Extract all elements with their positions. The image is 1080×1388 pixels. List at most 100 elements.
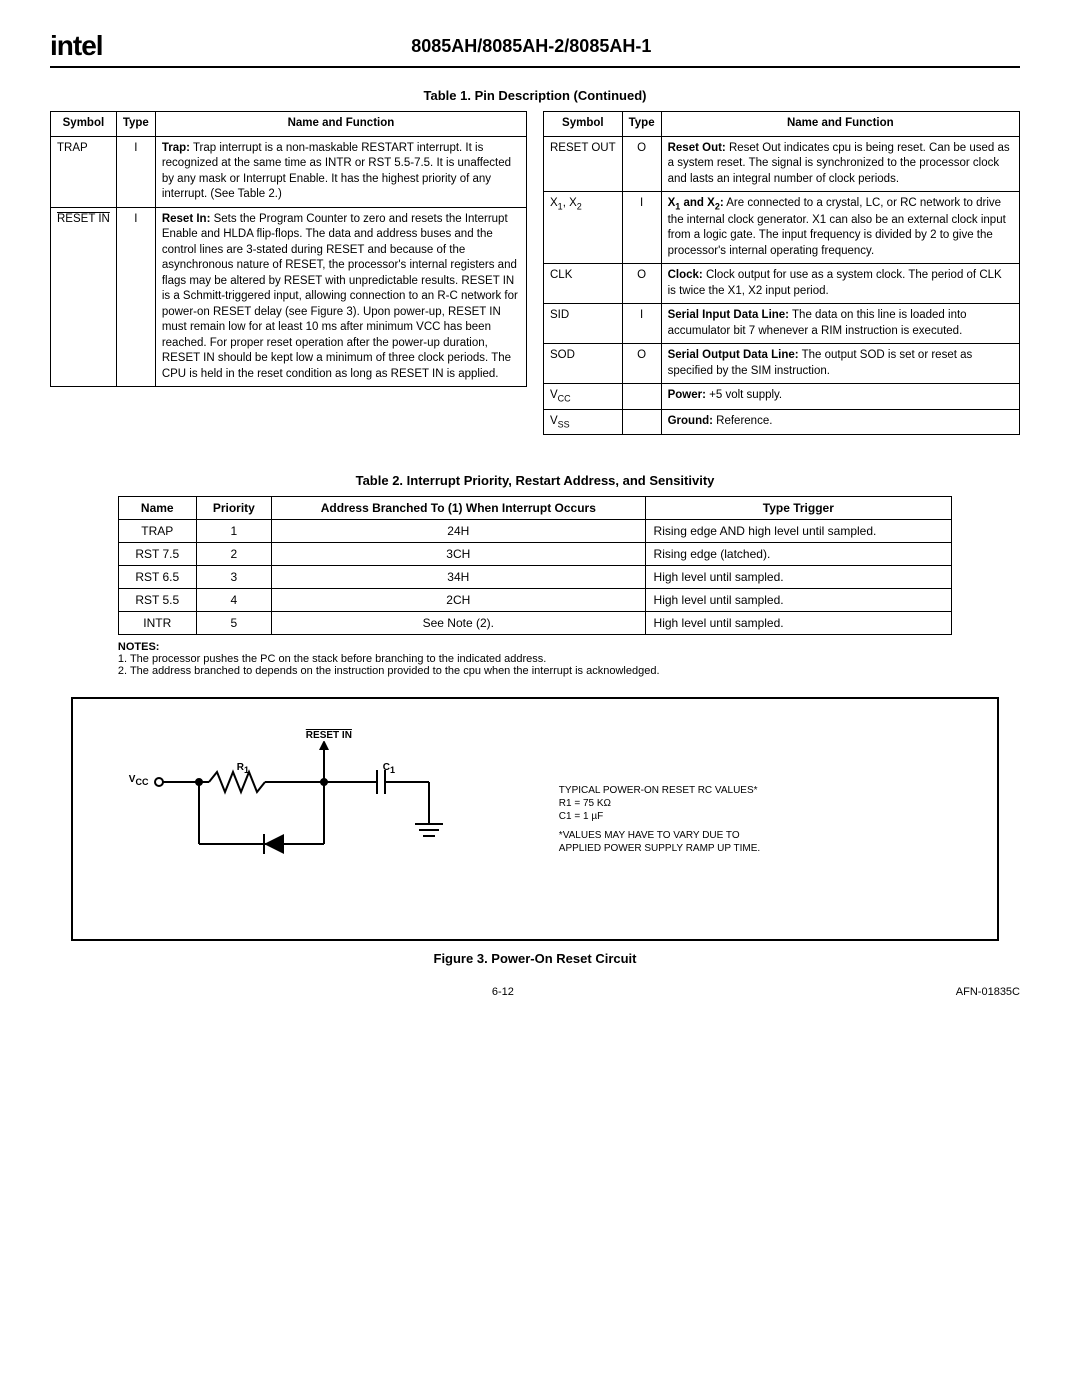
table1-wrapper: Symbol Type Name and Function TRAP I Tra… [50, 111, 1020, 435]
side-line: *VALUES MAY HAVE TO VARY DUE TO [559, 829, 760, 842]
cell-symbol: SID [544, 304, 623, 344]
cell-priority: 1 [196, 520, 271, 543]
th-priority: Priority [196, 497, 271, 520]
table1-caption: Table 1. Pin Description (Continued) [50, 88, 1020, 103]
cell-type: I [116, 136, 155, 207]
cell-desc: Reset In: Sets the Program Counter to ze… [155, 207, 526, 387]
cell-type: I [622, 192, 661, 264]
c1-label: C1 [383, 762, 395, 775]
cell-priority: 4 [196, 589, 271, 612]
cell-desc: Serial Input Data Line: The data on this… [661, 304, 1019, 344]
side-line: APPLIED POWER SUPPLY RAMP UP TIME. [559, 842, 760, 855]
cell-desc: X1 and X2: Are connected to a crystal, L… [661, 192, 1019, 264]
side-line: C1 = 1 µF [559, 810, 760, 823]
desc-lead: Serial Input Data Line: [668, 309, 789, 321]
cell-type: O [622, 136, 661, 192]
table-row: CLK O Clock: Clock output for use as a s… [544, 264, 1020, 304]
table-row: TRAP 1 24H Rising edge AND high level un… [118, 520, 951, 543]
table-row: RST 7.5 2 3CH Rising edge (latched). [118, 543, 951, 566]
desc-lead: Reset In: [162, 213, 211, 225]
cell-symbol: VCC [544, 384, 623, 409]
th-func: Name and Function [661, 112, 1019, 137]
cell-name: RST 6.5 [118, 566, 196, 589]
side-line: R1 = 75 KΩ [559, 797, 760, 810]
th-func: Name and Function [155, 112, 526, 137]
pin-table-left: Symbol Type Name and Function TRAP I Tra… [50, 111, 527, 387]
page-header: intel 8085AH/8085AH-2/8085AH-1 [50, 30, 1020, 68]
table-row: VCC Power: +5 volt supply. [544, 384, 1020, 409]
cell-addr: 2CH [272, 589, 645, 612]
desc-lead: Serial Output Data Line: [668, 349, 799, 361]
cell-name: RST 5.5 [118, 589, 196, 612]
cell-addr: 3CH [272, 543, 645, 566]
notes-title: NOTES: [118, 641, 952, 653]
cell-symbol: X1, X2 [544, 192, 623, 264]
cell-type [622, 384, 661, 409]
note-item: 1. The processor pushes the PC on the st… [118, 653, 952, 665]
pin-table-right: Symbol Type Name and Function RESET OUT … [543, 111, 1020, 435]
cell-type [622, 409, 661, 434]
desc-lead: Reset Out: [668, 142, 726, 154]
cell-trigger: Rising edge (latched). [645, 543, 952, 566]
cell-type: O [622, 344, 661, 384]
table-row: TRAP I Trap: Trap interrupt is a non-mas… [51, 136, 527, 207]
note-item: 2. The address branched to depends on th… [118, 665, 952, 677]
cell-symbol: VSS [544, 409, 623, 434]
cell-trigger: High level until sampled. [645, 612, 952, 635]
table-row: SOD O Serial Output Data Line: The outpu… [544, 344, 1020, 384]
cell-desc: Clock: Clock output for use as a system … [661, 264, 1019, 304]
table-row: VSS Ground: Reference. [544, 409, 1020, 434]
desc-lead: Trap: [162, 142, 190, 154]
cell-addr: 34H [272, 566, 645, 589]
table2-caption: Table 2. Interrupt Priority, Restart Add… [50, 473, 1020, 488]
reset-circuit-diagram: RESET IN R1 C1 VCC [89, 724, 529, 914]
desc-lead: X1 and X2: [668, 197, 724, 209]
desc-text: Clock output for use as a system clock. … [668, 269, 1002, 297]
cell-symbol: CLK [544, 264, 623, 304]
desc-text: Reference. [713, 415, 772, 427]
vcc-label: VCC [129, 774, 149, 787]
figure3-caption: Figure 3. Power-On Reset Circuit [50, 951, 1020, 966]
th-type: Type [622, 112, 661, 137]
cell-symbol: SOD [544, 344, 623, 384]
th-name: Name [118, 497, 196, 520]
cell-desc: Trap: Trap interrupt is a non-maskable R… [155, 136, 526, 207]
th-symbol: Symbol [544, 112, 623, 137]
table-row: X1, X2 I X1 and X2: Are connected to a c… [544, 192, 1020, 264]
desc-lead: Power: [668, 389, 706, 401]
cell-type: O [622, 264, 661, 304]
figure3-box: RESET IN R1 C1 VCC [71, 697, 999, 941]
page-number: 6-12 [50, 986, 956, 998]
th-trigger: Type Trigger [645, 497, 952, 520]
desc-lead: Ground: [668, 415, 713, 427]
desc-text: +5 volt supply. [706, 389, 782, 401]
cell-type: I [116, 207, 155, 387]
cell-symbol: TRAP [51, 136, 117, 207]
symbol-overline: RESET IN [57, 213, 110, 225]
notes-block: NOTES: 1. The processor pushes the PC on… [118, 641, 952, 677]
desc-lead: Clock: [668, 269, 703, 281]
cell-desc: Reset Out: Reset Out indicates cpu is be… [661, 136, 1019, 192]
cell-symbol: RESET OUT [544, 136, 623, 192]
cell-desc: Power: +5 volt supply. [661, 384, 1019, 409]
cell-priority: 2 [196, 543, 271, 566]
th-addr: Address Branched To (1) When Interrupt O… [272, 497, 645, 520]
cell-desc: Serial Output Data Line: The output SOD … [661, 344, 1019, 384]
interrupt-table: Name Priority Address Branched To (1) Wh… [118, 496, 952, 635]
th-symbol: Symbol [51, 112, 117, 137]
page-footer: 6-12 AFN-01835C [50, 986, 1020, 998]
table-row: INTR 5 See Note (2). High level until sa… [118, 612, 951, 635]
table-row: RESET OUT O Reset Out: Reset Out indicat… [544, 136, 1020, 192]
cell-trigger: High level until sampled. [645, 589, 952, 612]
cell-addr: 24H [272, 520, 645, 543]
table-row: RST 6.5 3 34H High level until sampled. [118, 566, 951, 589]
table-row: RST 5.5 4 2CH High level until sampled. [118, 589, 951, 612]
doc-code: AFN-01835C [956, 986, 1020, 998]
table-row: SID I Serial Input Data Line: The data o… [544, 304, 1020, 344]
cell-symbol: RESET IN [51, 207, 117, 387]
cell-name: RST 7.5 [118, 543, 196, 566]
cell-name: INTR [118, 612, 196, 635]
cell-trigger: Rising edge AND high level until sampled… [645, 520, 952, 543]
doc-title: 8085AH/8085AH-2/8085AH-1 [43, 36, 1020, 57]
cell-trigger: High level until sampled. [645, 566, 952, 589]
